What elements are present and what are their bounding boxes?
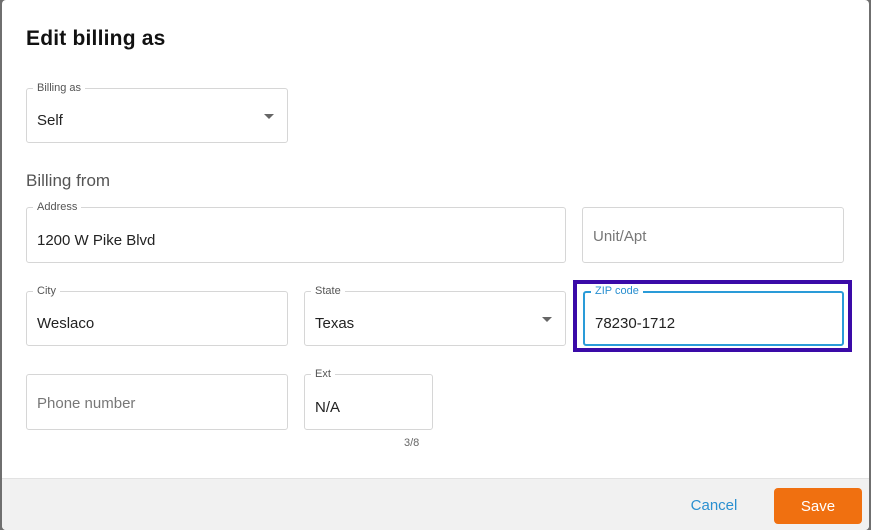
ext-char-counter: 3/8 [404, 437, 420, 449]
zip-code-value: 78230-1712 [595, 315, 676, 332]
chevron-down-icon [542, 317, 552, 322]
address-label: Address [33, 201, 82, 214]
cancel-button[interactable]: Cancel [682, 497, 746, 514]
billing-as-select[interactable]: Billing as Self [26, 82, 288, 143]
dialog-title: Edit billing as [26, 27, 166, 50]
billing-as-label: Billing as [33, 82, 86, 95]
city-label: City [33, 285, 60, 298]
chevron-down-icon [264, 114, 274, 119]
ext-label: Ext [311, 368, 335, 381]
ext-field[interactable]: Ext N/A [304, 368, 433, 430]
zip-code-field[interactable]: ZIP code 78230-1712 [583, 285, 844, 346]
phone-number-placeholder: Phone number [37, 395, 136, 412]
address-field[interactable]: Address 1200 W Pike Blvd [26, 201, 566, 263]
address-value: 1200 W Pike Blvd [37, 232, 156, 249]
zip-code-label: ZIP code [591, 285, 643, 298]
save-button[interactable]: Save [774, 488, 862, 524]
billing-as-value: Self [37, 112, 63, 129]
unit-apt-placeholder: Unit/Apt [593, 228, 647, 245]
edit-billing-dialog: Edit billing as Billing as Self Billing … [2, 0, 869, 530]
city-value: Weslaco [37, 315, 95, 332]
state-label: State [311, 285, 345, 298]
state-value: Texas [315, 315, 355, 332]
ext-value: N/A [315, 399, 341, 416]
unit-apt-field[interactable]: Unit/Apt [582, 207, 844, 263]
dialog-footer: Cancel Save [2, 478, 869, 530]
city-field[interactable]: City Weslaco [26, 285, 288, 346]
state-select[interactable]: State Texas [304, 285, 566, 346]
billing-from-heading: Billing from [26, 171, 111, 190]
phone-number-field[interactable]: Phone number [26, 374, 288, 430]
